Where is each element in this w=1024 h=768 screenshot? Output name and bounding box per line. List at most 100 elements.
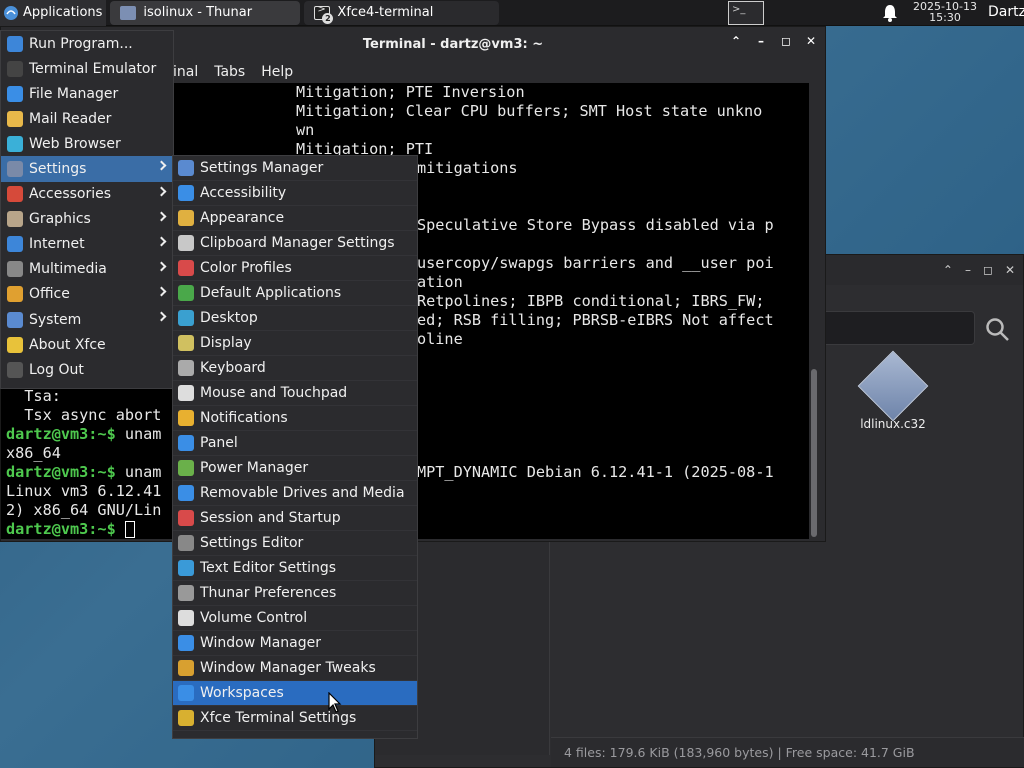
app-menu-item-label: Web Browser: [29, 135, 121, 152]
maximize-icon[interactable]: ◻: [780, 35, 792, 47]
settings-item-removable-drives-and-media[interactable]: Removable Drives and Media: [173, 481, 417, 506]
file-icon: [857, 350, 929, 422]
settings-item-mouse-and-touchpad[interactable]: Mouse and Touchpad: [173, 381, 417, 406]
settings-item-label: Session and Startup: [200, 510, 341, 526]
submenu-arrow-icon: [156, 211, 167, 222]
shade-icon[interactable]: ⌃: [730, 35, 742, 47]
app-menu-item-internet[interactable]: Internet: [1, 232, 173, 257]
notification-bell-icon[interactable]: [882, 4, 898, 22]
app-menu-item-system[interactable]: System: [1, 307, 173, 332]
settings-item-window-manager[interactable]: Window Manager: [173, 631, 417, 656]
submenu-arrow-icon: [156, 261, 167, 272]
terminal-output-line: Tsx async abort: [6, 406, 161, 425]
file-item[interactable]: ldlinux.c32: [853, 350, 933, 431]
user-menu[interactable]: Dartz: [988, 4, 1024, 20]
clock-time: 15:30: [929, 11, 961, 24]
taskbar-terminal[interactable]: 2 Xfce4-terminal: [304, 0, 500, 25]
settings-item-window-manager-tweaks[interactable]: Window Manager Tweaks: [173, 656, 417, 681]
app-menu-item-web-browser[interactable]: Web Browser: [1, 131, 173, 156]
settings-item-text-editor-settings[interactable]: Text Editor Settings: [173, 556, 417, 581]
workspace-switcher-icon[interactable]: [728, 1, 764, 25]
settings-item-accessibility[interactable]: Accessibility: [173, 181, 417, 206]
multimedia-icon: [7, 261, 23, 278]
system-icon: [7, 311, 23, 328]
settings-item-label: Workspaces: [200, 685, 284, 701]
settings-manager-icon: [178, 160, 194, 176]
settings-item-panel[interactable]: Panel: [173, 431, 417, 456]
session-icon: [178, 510, 194, 526]
logout-icon: [7, 361, 23, 378]
app-menu-item-settings[interactable]: Settings: [1, 156, 173, 182]
menu-terminal[interactable]: inal: [173, 64, 198, 80]
app-menu-item-log-out[interactable]: Log Out: [1, 357, 173, 382]
maximize-up-icon[interactable]: ⌃: [943, 263, 953, 277]
terminal-text: unam: [124, 425, 162, 443]
minimize-icon[interactable]: –: [755, 35, 767, 47]
volume-icon: [178, 610, 194, 626]
terminal-output-line: wn: [296, 121, 315, 139]
app-menu-item-label: Log Out: [29, 361, 84, 378]
settings-item-settings-editor[interactable]: Settings Editor: [173, 531, 417, 556]
settings-editor-icon: [178, 535, 194, 551]
settings-item-thunar-preferences[interactable]: Thunar Preferences: [173, 581, 417, 606]
display-icon: [178, 335, 194, 351]
terminal-output-line: Mitigation; Clear CPU buffers; SMT Host …: [296, 102, 763, 120]
settings-item-label: Window Manager Tweaks: [200, 660, 376, 676]
app-menu-item-office[interactable]: Office: [1, 282, 173, 307]
settings-item-xfce-terminal-settings[interactable]: Xfce Terminal Settings: [173, 706, 417, 731]
run-icon: [7, 35, 23, 52]
menu-help[interactable]: Help: [261, 64, 293, 80]
terminal-output-line: Retpolines; IBPB conditional; IBRS_FW;: [417, 292, 765, 310]
settings-item-settings-manager[interactable]: Settings Manager: [173, 156, 417, 181]
close-icon[interactable]: ✕: [805, 35, 817, 47]
settings-item-color-profiles[interactable]: Color Profiles: [173, 256, 417, 281]
settings-item-appearance[interactable]: Appearance: [173, 206, 417, 231]
settings-item-display[interactable]: Display: [173, 331, 417, 356]
settings-item-keyboard[interactable]: Keyboard: [173, 356, 417, 381]
globe-icon: [7, 135, 23, 152]
terminal-settings-icon: [178, 710, 194, 726]
maximize-icon[interactable]: ◻: [983, 263, 993, 277]
settings-item-label: Settings Manager: [200, 160, 324, 176]
settings-item-label: Display: [200, 335, 252, 351]
app-menu-item-terminal-emulator[interactable]: Terminal Emulator: [1, 56, 173, 81]
thunar-location-field[interactable]: [815, 311, 975, 345]
panel-clock[interactable]: 2025-10-13 15:30: [905, 1, 985, 23]
workspaces-icon: [178, 685, 194, 701]
settings-item-notifications[interactable]: Notifications: [173, 406, 417, 431]
app-menu-item-graphics[interactable]: Graphics: [1, 207, 173, 232]
settings-item-label: Desktop: [200, 310, 258, 326]
app-menu-item-accessories[interactable]: Accessories: [1, 182, 173, 207]
app-menu-item-run-program[interactable]: Run Program...: [1, 31, 173, 56]
applications-menu-button[interactable]: Applications: [0, 0, 107, 26]
text-editor-icon: [178, 560, 194, 576]
terminal-output-line: x86_64: [6, 444, 61, 463]
search-icon[interactable]: [985, 317, 1011, 343]
power-icon: [178, 460, 194, 476]
taskbar-thunar[interactable]: isolinux - Thunar: [110, 0, 301, 25]
app-menu-item-mail-reader[interactable]: Mail Reader: [1, 106, 173, 131]
submenu-arrow-icon: [156, 236, 167, 247]
removable-drive-icon: [178, 485, 194, 501]
terminal-scrollbar[interactable]: [811, 369, 817, 537]
app-menu-item-file-manager[interactable]: File Manager: [1, 81, 173, 106]
settings-item-volume-control[interactable]: Volume Control: [173, 606, 417, 631]
bell-icon: [178, 410, 194, 426]
close-icon[interactable]: ✕: [1005, 263, 1015, 277]
settings-item-power-manager[interactable]: Power Manager: [173, 456, 417, 481]
app-menu-item-about-xfce[interactable]: About Xfce: [1, 332, 173, 357]
clipboard-icon: [178, 235, 194, 251]
settings-item-desktop[interactable]: Desktop: [173, 306, 417, 331]
settings-item-clipboard-manager-settings[interactable]: Clipboard Manager Settings: [173, 231, 417, 256]
color-profiles-icon: [178, 260, 194, 276]
settings-item-default-applications[interactable]: Default Applications: [173, 281, 417, 306]
app-menu-item-multimedia[interactable]: Multimedia: [1, 257, 173, 282]
terminal-text: Tsx async abort: [6, 406, 162, 424]
settings-item-workspaces[interactable]: Workspaces: [173, 681, 417, 706]
minimize-icon[interactable]: –: [965, 263, 971, 277]
submenu-arrow-icon: [156, 311, 167, 322]
settings-item-session-and-startup[interactable]: Session and Startup: [173, 506, 417, 531]
menu-tabs[interactable]: Tabs: [214, 64, 245, 80]
shell-prompt: dartz@vm3:~$: [6, 520, 125, 538]
terminal-text: 2) x86_64 GNU/Lin: [6, 501, 162, 519]
